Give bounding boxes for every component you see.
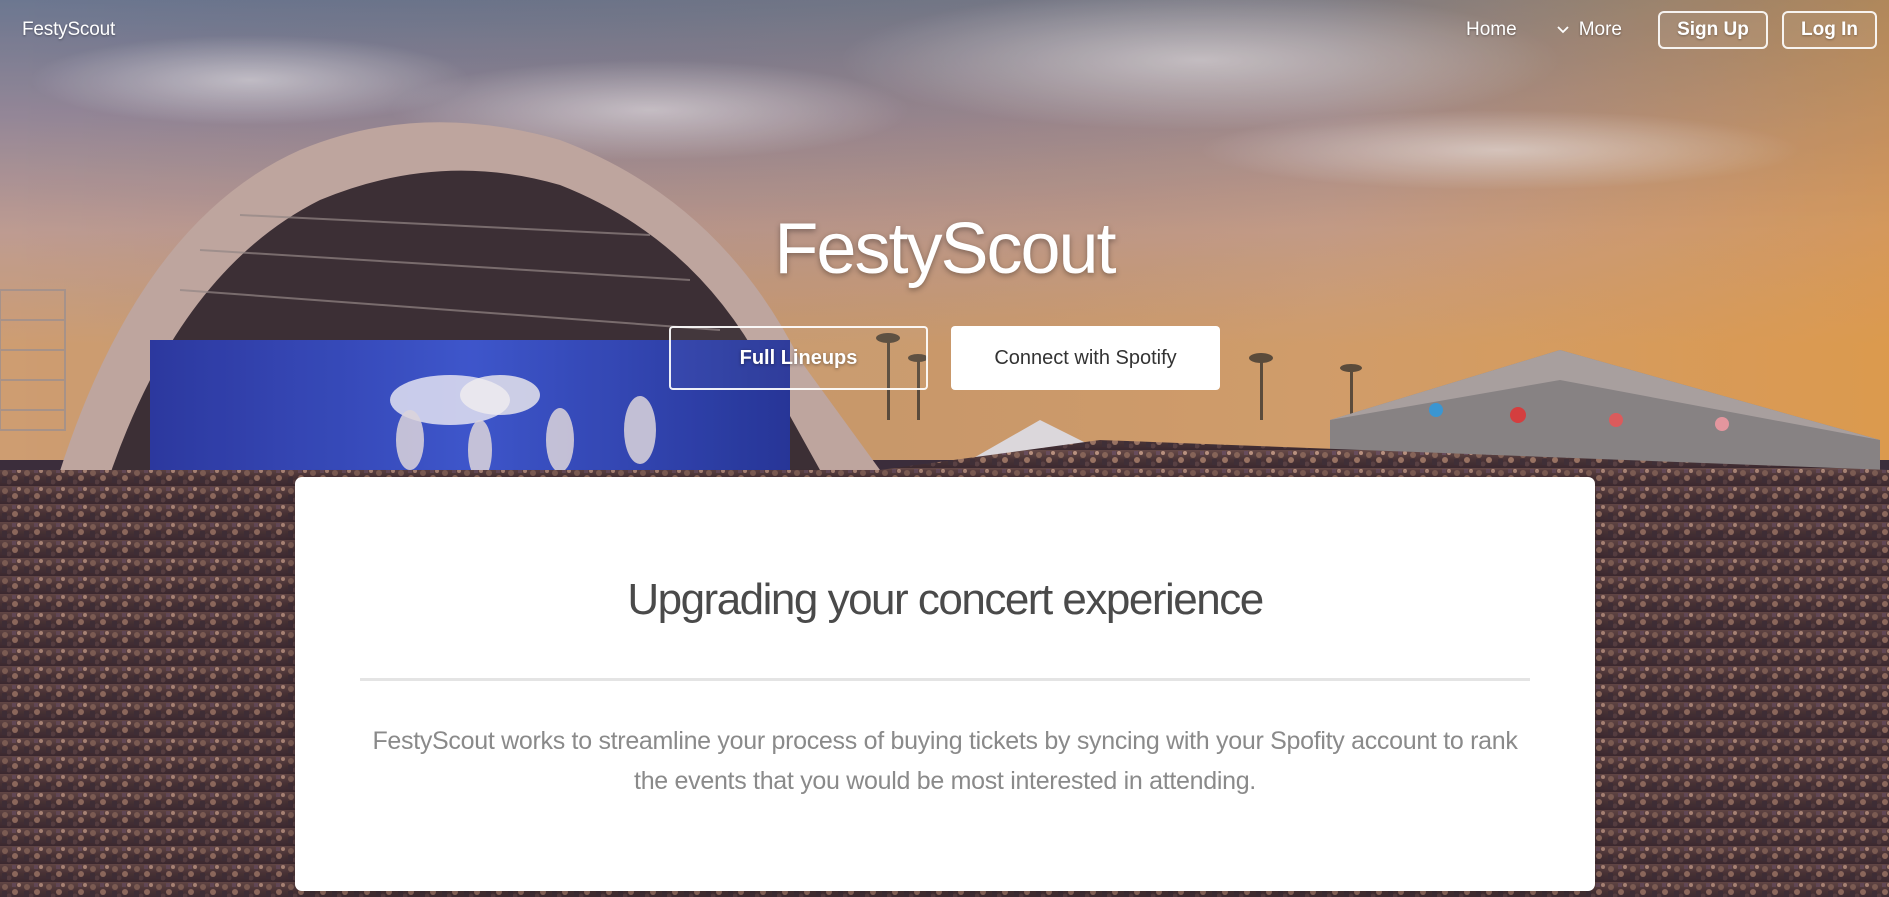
card-description: FestyScout works to streamline your proc… bbox=[372, 727, 1518, 795]
nav-more-dropdown[interactable]: More bbox=[1555, 19, 1622, 41]
connect-spotify-button[interactable]: Connect with Spotify bbox=[951, 326, 1220, 390]
signup-button[interactable]: Sign Up bbox=[1658, 11, 1768, 49]
card-divider bbox=[360, 678, 1530, 681]
nav-more-label: More bbox=[1578, 19, 1622, 40]
hero-title: FestyScout bbox=[774, 209, 1116, 289]
intro-card: Upgrading your concert experience FestyS… bbox=[295, 477, 1595, 891]
nav-menu: Home More Sign Up Log In bbox=[1466, 11, 1877, 49]
hero-button-group: Full Lineups Connect with Spotify bbox=[669, 326, 1220, 390]
card-title: Upgrading your concert experience bbox=[627, 575, 1264, 624]
chevron-down-icon bbox=[1557, 26, 1569, 34]
top-navbar: FestyScout Home More Sign Up Log In bbox=[0, 0, 1889, 62]
nav-home-link[interactable]: Home bbox=[1466, 19, 1517, 41]
brand-logo-link[interactable]: FestyScout bbox=[22, 19, 115, 41]
landing-page: FestyScout Home More Sign Up Log In Fest… bbox=[0, 0, 1889, 897]
login-button[interactable]: Log In bbox=[1782, 11, 1877, 49]
full-lineups-button[interactable]: Full Lineups bbox=[669, 326, 928, 390]
